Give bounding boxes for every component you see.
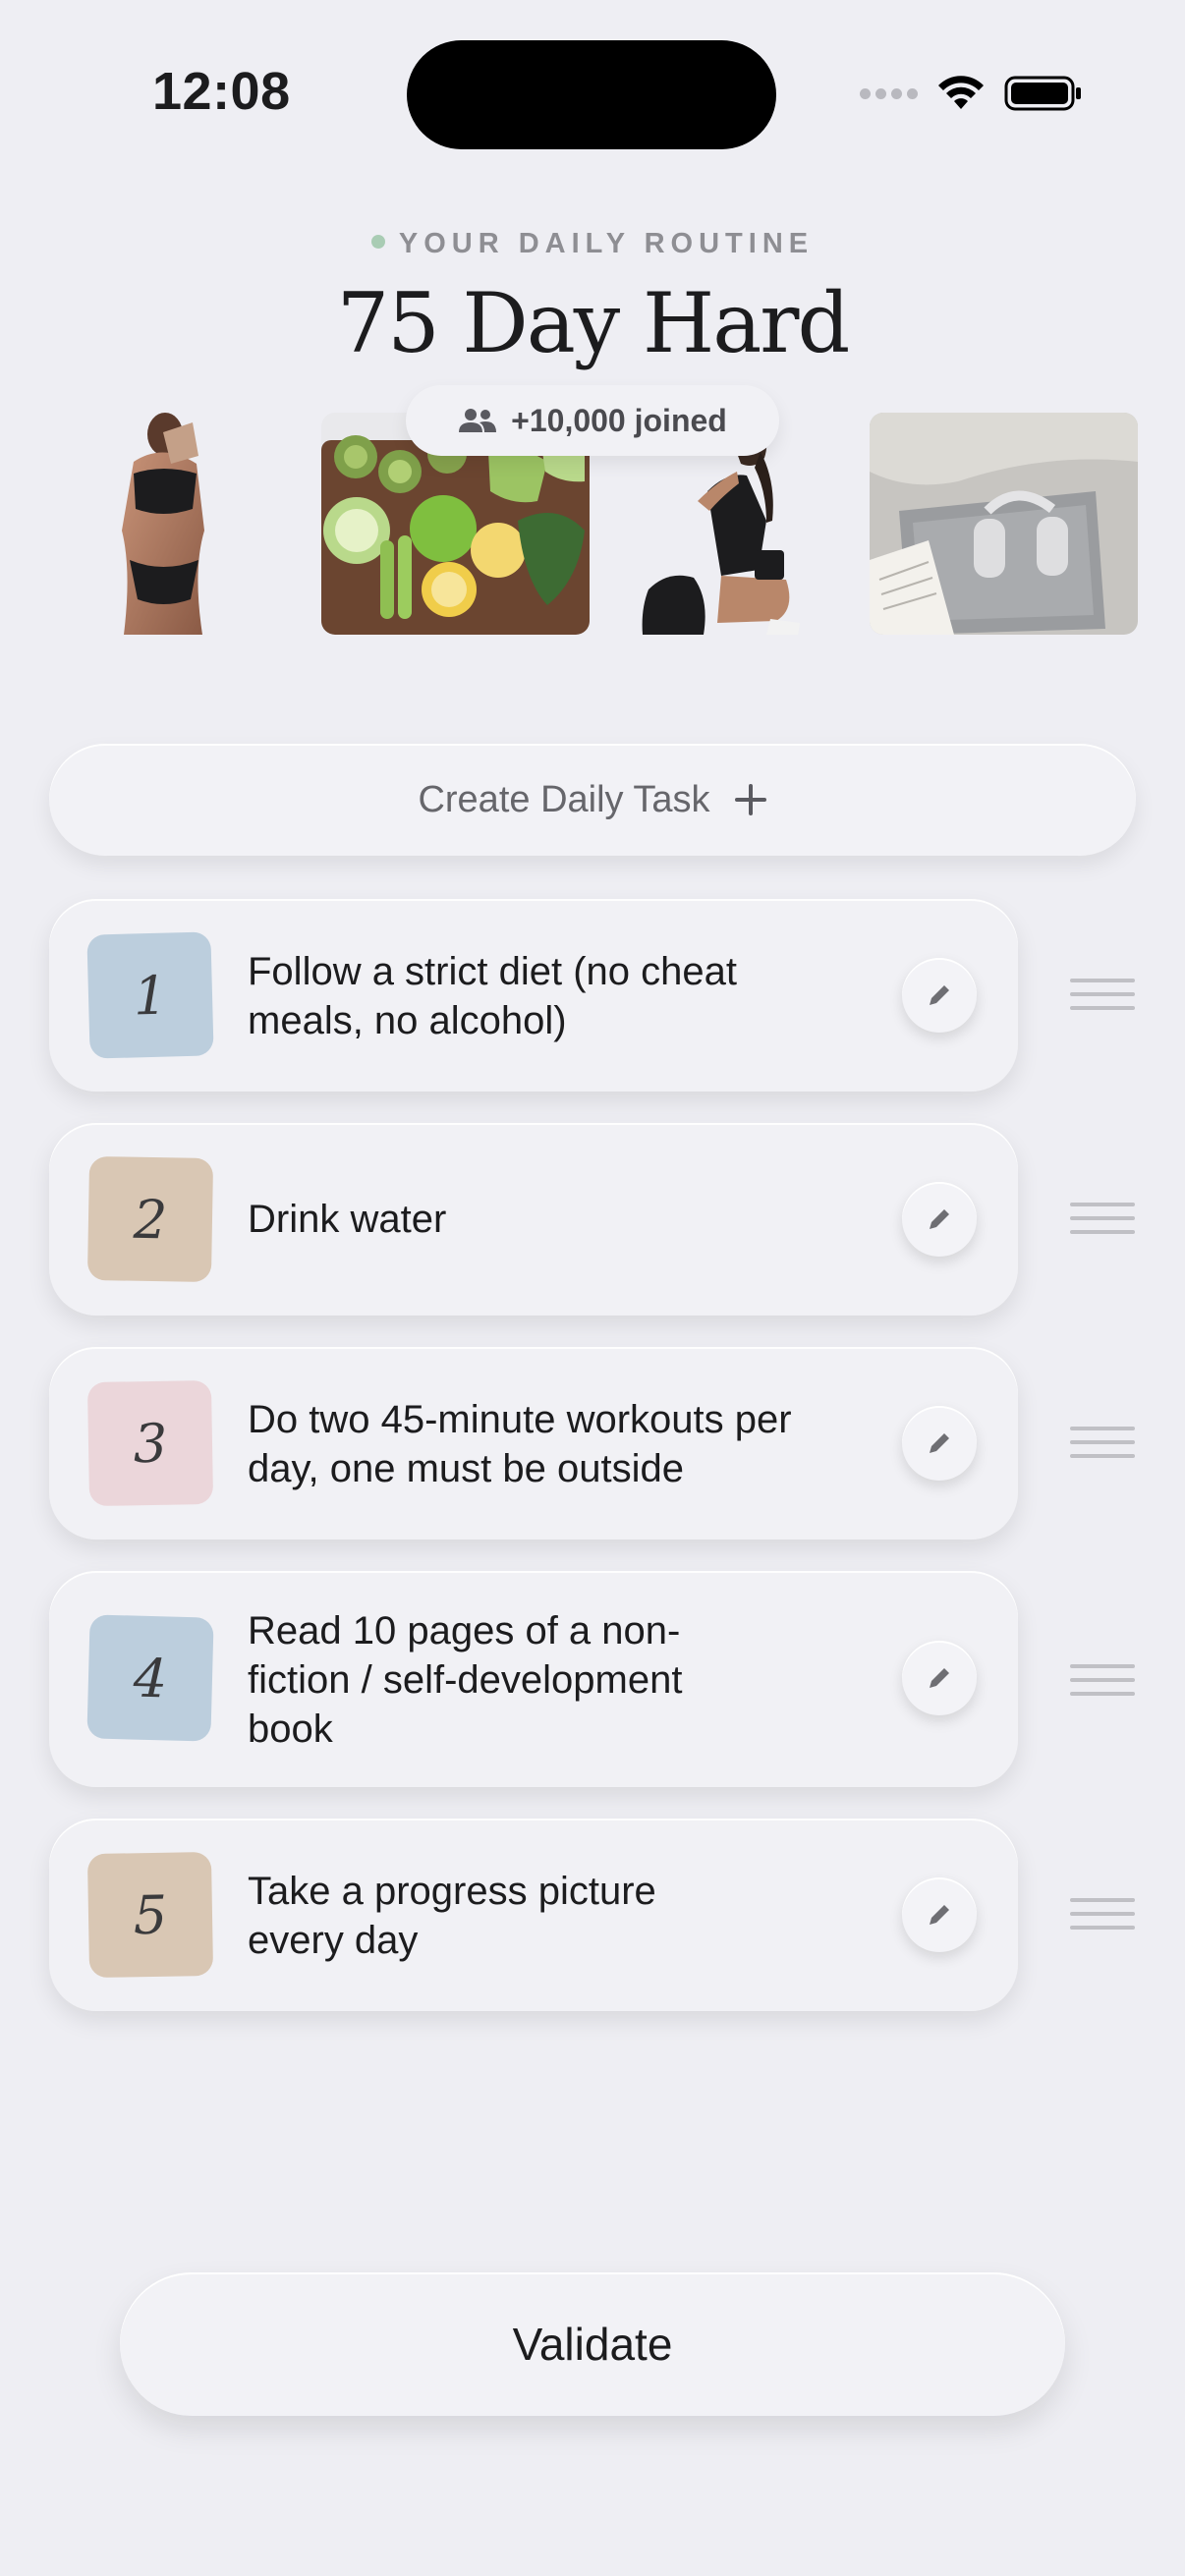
edit-task-button[interactable] — [902, 1877, 977, 1952]
joined-count-text: +10,000 joined — [511, 402, 727, 438]
status-icons — [860, 71, 1083, 116]
edit-task-button[interactable] — [902, 1641, 977, 1715]
task-number-badge: 4 — [86, 1614, 214, 1742]
task-number: 1 — [132, 964, 168, 1027]
task-card[interactable]: 5 Take a progress picture every day — [49, 1819, 1018, 2011]
task-text: Drink water — [248, 1198, 447, 1241]
drag-handle-icon[interactable] — [1070, 1664, 1135, 1698]
drag-handle-icon[interactable] — [1070, 1898, 1135, 1932]
task-number: 5 — [133, 1883, 168, 1946]
task-text: Read 10 pages of a non-fiction / self-de… — [248, 1609, 683, 1751]
edit-task-button[interactable] — [902, 1182, 977, 1257]
screen: 12:08 YOUR DAILY ROUTINE 75 Day Hard +10… — [0, 0, 1185, 2576]
dynamic-island — [407, 40, 776, 149]
pencil-icon — [930, 1209, 949, 1229]
joined-count-badge: +10,000 joined — [406, 385, 779, 456]
validate-button[interactable]: Validate — [120, 2272, 1065, 2416]
edit-task-button[interactable] — [902, 1406, 977, 1481]
status-dot-icon — [370, 235, 385, 250]
cellular-signal-icon — [860, 87, 918, 99]
pencil-icon — [930, 985, 949, 1005]
status-time: 12:08 — [152, 62, 291, 121]
section-eyebrow: YOUR DAILY ROUTINE — [0, 228, 1185, 260]
task-card[interactable]: 3 Do two 45-minute workouts per day, one… — [49, 1347, 1018, 1540]
create-daily-task-button[interactable]: Create Daily Task — [49, 744, 1136, 856]
drag-handle-icon[interactable] — [1070, 1427, 1135, 1460]
eyebrow-text: YOUR DAILY ROUTINE — [398, 228, 815, 259]
group-icon — [459, 409, 497, 432]
wifi-icon — [938, 76, 984, 109]
pencil-icon — [930, 1905, 949, 1925]
create-daily-task-label: Create Daily Task — [418, 778, 710, 820]
validate-label: Validate — [512, 2319, 673, 2370]
plus-icon — [734, 784, 766, 815]
task-number: 4 — [132, 1647, 168, 1709]
woman-body-photo — [122, 413, 204, 635]
page-title: 75 Day Hard — [336, 275, 850, 371]
task-card[interactable]: 2 Drink water — [49, 1123, 1018, 1316]
laptop-headphones-book-photo — [870, 413, 1138, 635]
task-number-badge: 1 — [86, 931, 214, 1059]
task-text: Take a progress picture every day — [248, 1870, 656, 1962]
battery-icon — [1004, 76, 1081, 111]
task-number-badge: 3 — [86, 1379, 214, 1507]
task-card[interactable]: 1 Follow a strict diet (no cheat meals, … — [49, 899, 1018, 1092]
task-number: 2 — [133, 1188, 168, 1251]
task-number-badge: 2 — [86, 1155, 214, 1283]
task-number-badge: 5 — [86, 1851, 214, 1979]
task-number: 3 — [133, 1412, 168, 1475]
pencil-icon — [930, 1433, 949, 1453]
pencil-icon — [930, 1668, 949, 1688]
drag-handle-icon[interactable] — [1070, 979, 1135, 1012]
edit-task-button[interactable] — [902, 958, 977, 1033]
task-text: Follow a strict diet (no cheat meals, no… — [248, 950, 737, 1042]
drag-handle-icon[interactable] — [1070, 1203, 1135, 1236]
task-text: Do two 45-minute workouts per day, one m… — [248, 1398, 792, 1490]
task-card[interactable]: 4 Read 10 pages of a non-fiction / self-… — [49, 1571, 1018, 1787]
